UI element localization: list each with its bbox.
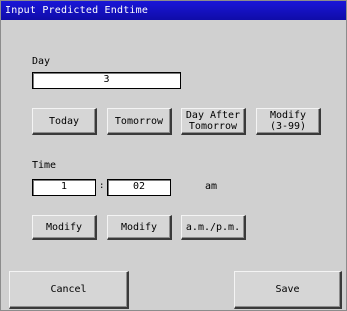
time-separator: :	[99, 181, 105, 191]
hour-field[interactable]: 1	[32, 179, 96, 196]
today-button[interactable]: Today	[32, 108, 97, 135]
minute-field[interactable]: 02	[107, 179, 171, 196]
time-label: Time	[32, 160, 57, 171]
modify-minute-button[interactable]: Modify	[107, 215, 172, 240]
save-button[interactable]: Save	[234, 271, 342, 309]
ampm-indicator: am	[205, 181, 218, 192]
tomorrow-button[interactable]: Tomorrow	[107, 108, 172, 135]
input-endtime-dialog: Input Predicted Endtime Day 3 Today Tomo…	[0, 0, 347, 311]
day-field[interactable]: 3	[32, 72, 181, 89]
cancel-button[interactable]: Cancel	[9, 271, 129, 309]
dialog-title: Input Predicted Endtime	[1, 1, 346, 20]
modify-day-button[interactable]: Modify (3-99)	[256, 108, 321, 135]
day-after-tomorrow-button[interactable]: Day After Tomorrow	[181, 108, 246, 135]
ampm-toggle-button[interactable]: a.m./p.m.	[181, 215, 246, 240]
modify-hour-button[interactable]: Modify	[32, 215, 97, 240]
day-label: Day	[32, 56, 51, 67]
